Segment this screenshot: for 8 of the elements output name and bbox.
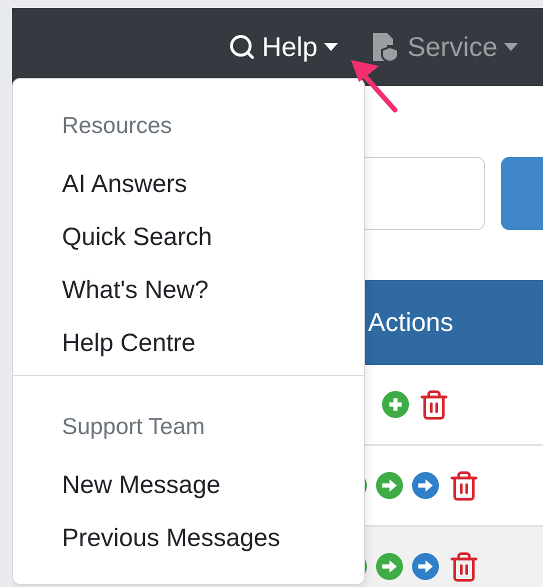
menu-item[interactable]: Previous Messages <box>13 522 364 575</box>
menu-section-heading: Support Team <box>61 412 206 441</box>
nav-menu[interactable]: Service <box>370 31 518 63</box>
menu-item[interactable]: New Message <box>13 469 364 522</box>
nav-menu[interactable]: Help <box>228 32 338 62</box>
menu-item[interactable]: Quick Search <box>13 221 364 274</box>
menu-item[interactable]: AI Answers <box>13 168 364 221</box>
menu-section-heading: Resources <box>61 111 173 140</box>
